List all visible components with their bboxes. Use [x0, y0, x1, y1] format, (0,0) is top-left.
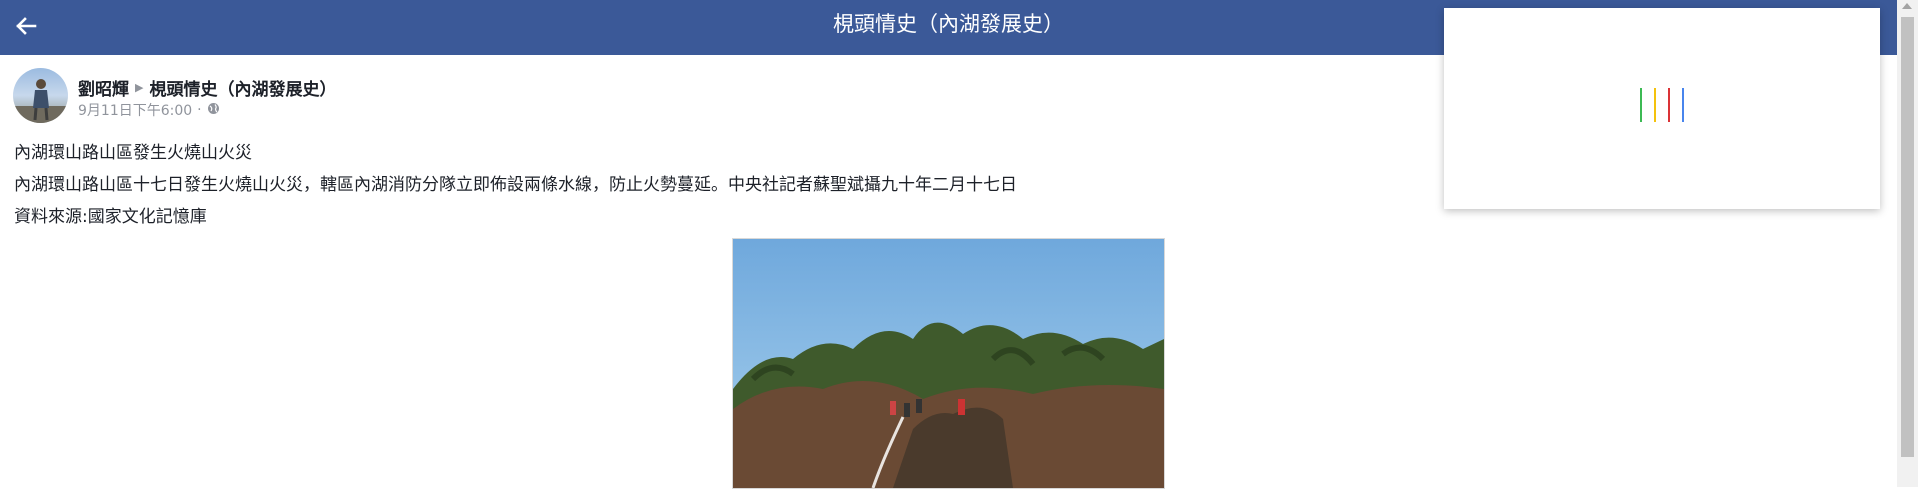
- loading-popup: [1444, 8, 1880, 209]
- scrollbar[interactable]: [1897, 0, 1918, 487]
- post-line-2: 內湖環山路山區十七日發生火燒山火災，轄區內湖消防分隊立即佈設兩條水線，防止火勢蔓…: [14, 175, 1017, 195]
- author-name[interactable]: 劉昭輝: [78, 75, 129, 100]
- post-timestamp[interactable]: 9月11日下午6:00: [78, 100, 192, 120]
- globe-icon: [207, 102, 220, 119]
- post-line-3: 資料來源:國家文化記憶庫: [14, 207, 207, 227]
- loader-bar-3: [1668, 88, 1670, 122]
- post-line-1: 內湖環山路山區發生火燒山火災: [14, 143, 252, 163]
- loader-bar-2: [1654, 88, 1656, 122]
- meta-separator: ·: [197, 102, 202, 118]
- avatar[interactable]: [13, 68, 68, 123]
- loader-bar-4: [1682, 88, 1684, 122]
- post-meta: 9月11日下午6:00 ·: [78, 100, 220, 120]
- caret-right-icon: ▶: [135, 81, 144, 94]
- loading-spinner: [1640, 88, 1684, 124]
- post-photo[interactable]: [732, 238, 1165, 489]
- post-body: 內湖環山路山區發生火燒山火災 內湖環山路山區十七日發生火燒山火災，轄區內湖消防分…: [14, 137, 1017, 233]
- scroll-up-icon[interactable]: [1902, 3, 1912, 9]
- post-header: 劉昭輝 ▶ 梘頭情史（內湖發展史）: [78, 75, 336, 100]
- scroll-thumb[interactable]: [1901, 17, 1914, 457]
- group-name[interactable]: 梘頭情史（內湖發展史）: [149, 75, 336, 100]
- loader-bar-1: [1640, 88, 1642, 122]
